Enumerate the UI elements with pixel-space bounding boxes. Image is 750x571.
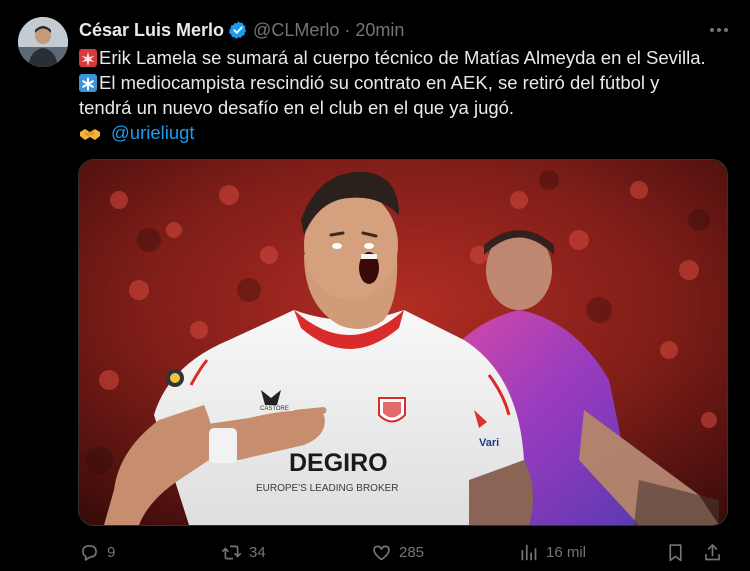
tweet-photo[interactable]: DEGIRO EUROPE'S LEADING BROKER CASTORE V… bbox=[78, 159, 728, 526]
tweet-line-3-text: tendrá un nuevo desafío en el club en el… bbox=[79, 97, 515, 118]
tweet[interactable]: César Luis Merlo @CLMerlo · 20min Erik L… bbox=[0, 0, 750, 571]
sleeve-sponsor: Vari bbox=[479, 437, 499, 449]
kit-brand: CASTORE bbox=[260, 406, 289, 412]
tweet-header: César Luis Merlo @CLMerlo · 20min bbox=[79, 18, 730, 42]
tweet-text: Erik Lamela se sumará al cuerpo técnico … bbox=[79, 45, 739, 145]
share-button[interactable] bbox=[702, 538, 730, 566]
sponsor-tagline: EUROPE'S LEADING BROKER bbox=[256, 483, 399, 494]
reply-icon bbox=[82, 544, 97, 561]
like-icon bbox=[373, 545, 390, 560]
action-bar: 9 34 285 16 mil bbox=[79, 538, 729, 566]
avatar[interactable] bbox=[18, 17, 68, 67]
author-name[interactable]: César Luis Merlo bbox=[79, 20, 224, 41]
asterisk-icon bbox=[79, 73, 97, 92]
tweet-line-1-text: Erik Lamela se sumará al cuerpo técnico … bbox=[99, 47, 706, 68]
mention-link[interactable]: @urieliugt bbox=[111, 120, 195, 145]
bookmark-button[interactable] bbox=[665, 538, 693, 566]
reply-count: 9 bbox=[107, 543, 116, 561]
views-button[interactable]: 16 mil bbox=[518, 538, 586, 566]
siren-icon bbox=[79, 48, 97, 67]
timestamp[interactable]: 20min bbox=[355, 20, 404, 41]
more-icon[interactable] bbox=[708, 18, 730, 42]
tweet-line-2-text: El mediocampista rescindió su contrato e… bbox=[99, 72, 660, 93]
tweet-line-2: El mediocampista rescindió su contrato e… bbox=[79, 70, 739, 95]
tweet-line-4: @urieliugt bbox=[79, 120, 739, 145]
separator-dot: · bbox=[344, 19, 351, 40]
sponsor-text: DEGIRO bbox=[289, 449, 388, 477]
repost-count: 34 bbox=[249, 543, 266, 561]
handshake-icon bbox=[79, 124, 101, 142]
like-button[interactable]: 285 bbox=[371, 538, 424, 566]
repost-button[interactable]: 34 bbox=[221, 538, 266, 566]
like-count: 285 bbox=[399, 543, 425, 561]
views-count: 16 mil bbox=[546, 543, 587, 561]
tweet-line-3: tendrá un nuevo desafío en el club en el… bbox=[79, 95, 739, 120]
author-handle[interactable]: @CLMerlo bbox=[253, 20, 339, 41]
reply-button[interactable]: 9 bbox=[79, 538, 115, 566]
views-icon bbox=[521, 544, 537, 560]
verified-icon bbox=[229, 21, 247, 39]
share-icon bbox=[705, 543, 720, 560]
tweet-line-1: Erik Lamela se sumará al cuerpo técnico … bbox=[79, 45, 739, 70]
bookmark-icon bbox=[669, 543, 682, 561]
repost-icon bbox=[221, 545, 242, 559]
